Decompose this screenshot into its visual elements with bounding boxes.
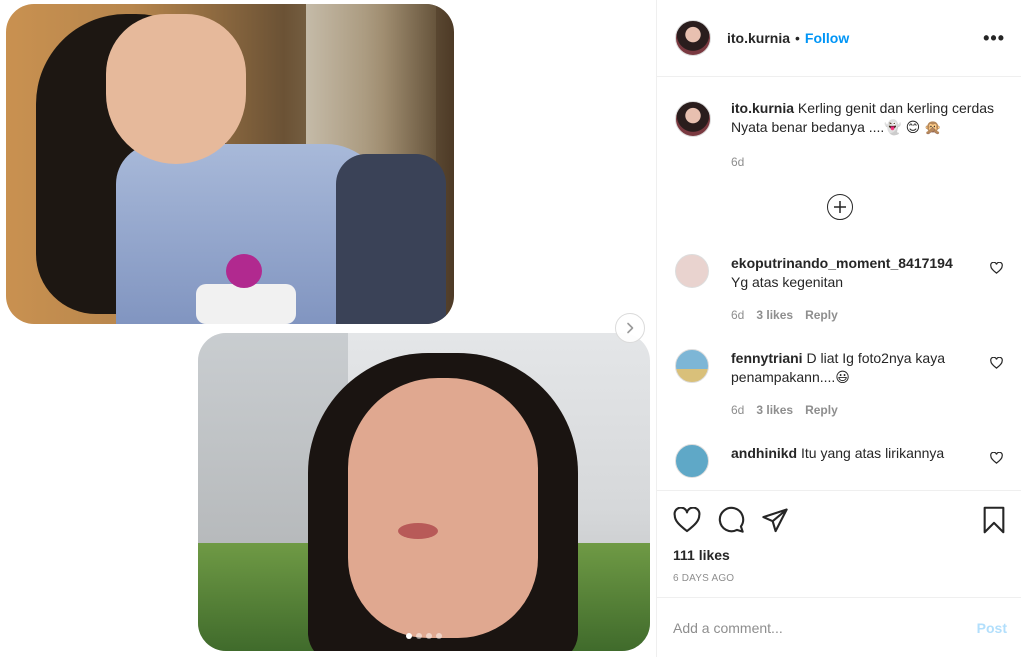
post-media[interactable] bbox=[0, 0, 656, 657]
heart-small-icon[interactable] bbox=[990, 357, 1003, 369]
reply-button[interactable]: Reply bbox=[805, 401, 838, 420]
post-button[interactable]: Post bbox=[977, 620, 1007, 636]
more-icon[interactable]: ••• bbox=[983, 28, 1005, 49]
comment-meta: 6d 3 likes Reply bbox=[731, 401, 971, 420]
heart-small-icon[interactable] bbox=[990, 262, 1003, 274]
carousel-dots bbox=[198, 633, 650, 639]
comment-username[interactable]: andhinikd bbox=[731, 445, 797, 461]
header-separator: • bbox=[795, 30, 800, 46]
chevron-right-icon bbox=[627, 322, 634, 334]
comments-section[interactable]: ito.kurnia Kerling genit dan kerling cer… bbox=[657, 77, 1021, 490]
caption-age[interactable]: 6d bbox=[731, 153, 994, 172]
author-username[interactable]: ito.kurnia bbox=[727, 30, 790, 46]
avatar[interactable] bbox=[675, 101, 711, 137]
comments-list: ekoputrinando_moment_8417194 Yg atas keg… bbox=[675, 254, 1005, 478]
photo-cake bbox=[196, 284, 296, 324]
comment-age[interactable]: 6d bbox=[731, 306, 744, 325]
avatar[interactable] bbox=[675, 444, 709, 478]
heart-small-icon[interactable] bbox=[990, 452, 1003, 464]
comment-text: Yg atas kegenitan bbox=[731, 274, 844, 290]
caption-text-line2: Nyata benar bedanya ....👻 😊 🙊 bbox=[731, 119, 942, 135]
bookmark-icon[interactable] bbox=[981, 506, 1007, 534]
caption-username[interactable]: ito.kurnia bbox=[731, 100, 794, 116]
post-sidebar: ito.kurnia • Follow ••• ito.kurnia Kerli… bbox=[656, 0, 1021, 657]
comment-age[interactable]: 6d bbox=[731, 401, 744, 420]
next-slide-button[interactable] bbox=[615, 313, 645, 343]
avatar[interactable] bbox=[675, 20, 711, 56]
load-more-comments[interactable] bbox=[675, 194, 1005, 220]
add-comment-bar: Post bbox=[657, 597, 1021, 657]
comment-item: fennytriani D liat Ig foto2nya kaya pena… bbox=[675, 349, 1005, 420]
comment-item: andhinikd Itu yang atas lirikannya bbox=[675, 444, 1005, 478]
carousel-dot bbox=[426, 633, 432, 639]
likes-count[interactable]: 111 likes bbox=[673, 547, 1007, 563]
carousel-dot bbox=[416, 633, 422, 639]
comment-item: ekoputrinando_moment_8417194 Yg atas keg… bbox=[675, 254, 1005, 325]
avatar[interactable] bbox=[675, 254, 709, 288]
carousel-dot bbox=[436, 633, 442, 639]
post-caption: ito.kurnia Kerling genit dan kerling cer… bbox=[675, 99, 1005, 172]
reply-button[interactable]: Reply bbox=[805, 306, 838, 325]
caption-text: Kerling genit dan kerling cerdas bbox=[797, 100, 995, 116]
photo-mouth bbox=[398, 523, 438, 539]
comment-meta: 6d 3 likes Reply bbox=[731, 306, 971, 325]
carousel-dot bbox=[406, 633, 412, 639]
comment-username[interactable]: fennytriani bbox=[731, 350, 803, 366]
comment-icon[interactable] bbox=[717, 506, 745, 534]
follow-button[interactable]: Follow bbox=[805, 30, 849, 46]
photo-sleeve bbox=[336, 154, 446, 324]
post-header: ito.kurnia • Follow ••• bbox=[657, 0, 1021, 77]
comment-likes[interactable]: 3 likes bbox=[756, 306, 793, 325]
like-icon[interactable] bbox=[673, 507, 701, 533]
photo-face bbox=[348, 378, 538, 638]
photo-heart-balloon bbox=[226, 254, 262, 288]
comment-username[interactable]: ekoputrinando_moment_8417194 bbox=[731, 255, 953, 271]
photo-bottom bbox=[198, 333, 650, 651]
plus-circle-icon[interactable] bbox=[827, 194, 853, 220]
comment-likes[interactable]: 3 likes bbox=[756, 401, 793, 420]
comment-text: Itu yang atas lirikannya bbox=[801, 445, 945, 461]
avatar[interactable] bbox=[675, 349, 709, 383]
post-date[interactable]: 6 DAYS AGO bbox=[673, 573, 1007, 584]
action-icons bbox=[673, 505, 1007, 535]
photo-top bbox=[6, 4, 454, 324]
post-actions: 111 likes 6 DAYS AGO bbox=[657, 490, 1021, 584]
comment-input[interactable] bbox=[673, 619, 977, 636]
photo-face bbox=[106, 14, 246, 164]
share-icon[interactable] bbox=[761, 507, 789, 533]
